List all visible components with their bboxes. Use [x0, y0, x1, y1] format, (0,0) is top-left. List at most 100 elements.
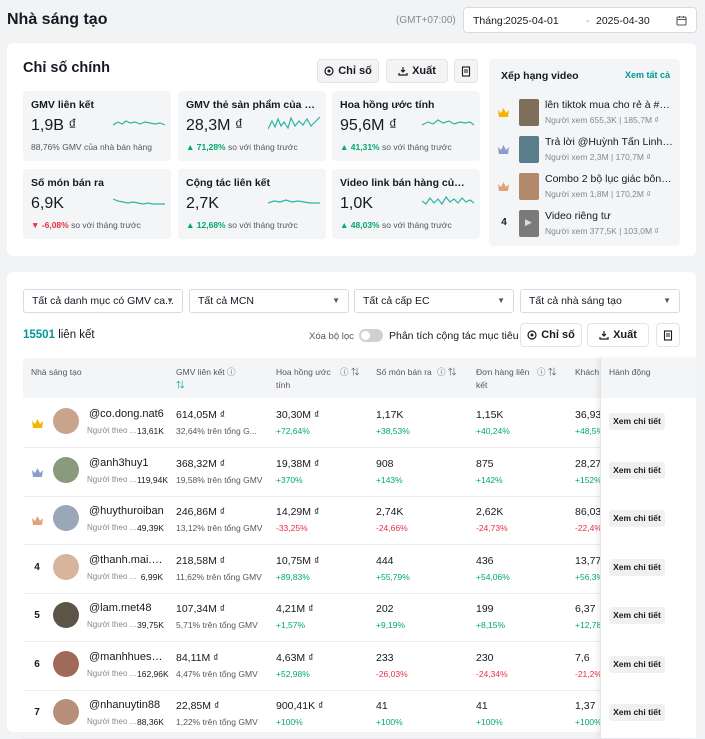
- header-items-sold[interactable]: Số món bán ra: [376, 366, 434, 379]
- cell-gmv: 218,58M ₫ 11,62% trên tổng GMV: [176, 555, 271, 582]
- video-thumbnail[interactable]: ▶: [519, 210, 539, 237]
- video-stats: Người xem 655,3K | 185,7M ₫: [545, 115, 659, 125]
- chevron-down-icon: ▼: [166, 296, 174, 305]
- cell-gmv: 614,05M ₫ 32,64% trên tổng G...: [176, 409, 271, 436]
- metric-card[interactable]: GMV thẻ sản phẩm của liê... 28,3M ₫ ▲ 71,2…: [178, 91, 326, 161]
- avatar[interactable]: [53, 650, 79, 677]
- video-title[interactable]: Video riêng tư: [545, 210, 673, 222]
- cell-orders: 875 +142%: [476, 458, 571, 485]
- link-count-label: liên kết: [58, 329, 95, 341]
- avatar[interactable]: [53, 553, 79, 580]
- view-detail-button[interactable]: Xem chi tiết: [609, 558, 665, 576]
- report-button[interactable]: [454, 59, 478, 83]
- gmv-value: 22,85M ₫: [176, 700, 220, 712]
- followers-count: 88,36K: [137, 717, 164, 727]
- export-button[interactable]: Xuất: [386, 59, 448, 83]
- filter-dropdown[interactable]: Tất cả cấp EC ▼: [354, 289, 514, 313]
- video-thumbnail[interactable]: [519, 99, 539, 126]
- creator-name[interactable]: @co.dong.nat6: [89, 408, 164, 420]
- play-icon: ▶: [525, 217, 532, 227]
- date-end[interactable]: 2025-04-30: [596, 15, 650, 27]
- creator-name[interactable]: @thanh.mai.s...: [89, 554, 164, 566]
- metrics-button-label: Chỉ số: [338, 65, 372, 77]
- followers-label: Người theo ...: [87, 426, 137, 435]
- items-value: 202: [376, 603, 394, 615]
- video-stats: Người xem 2,3M | 170,7M ₫: [545, 152, 651, 162]
- sort-icon[interactable]: ⇅: [176, 380, 185, 390]
- metrics-button[interactable]: Chỉ số: [317, 59, 379, 83]
- arrow-down-icon: ▼: [31, 220, 42, 230]
- video-title[interactable]: Trả lời @Huỳnh Tấn Linh27...: [545, 136, 673, 148]
- metric-card[interactable]: GMV liên kết 1,9B ₫ 88,76% GMV của nhà bán…: [23, 91, 171, 161]
- filter-dropdown[interactable]: Tất cả MCN ▼: [189, 289, 349, 313]
- video-thumbnail[interactable]: [519, 136, 539, 163]
- avatar[interactable]: [53, 456, 79, 483]
- date-range-picker[interactable]: Tháng: 2025-04-01 - 2025-04-30: [463, 7, 697, 33]
- video-item[interactable]: Trả lời @Huỳnh Tấn Linh27... Người xem 2,…: [497, 134, 675, 168]
- view-detail-button[interactable]: Xem chi tiết: [609, 655, 665, 673]
- clear-filters-link[interactable]: Xóa bộ lọc: [309, 331, 354, 342]
- creator-name[interactable]: @lam.met48: [89, 602, 164, 614]
- avatar[interactable]: [53, 408, 79, 434]
- orders-value: 230: [476, 651, 494, 664]
- creator-name[interactable]: @manhhuesa...: [89, 651, 164, 663]
- metric-change-text: so với tháng trước: [228, 220, 298, 230]
- sparkline-chart: [113, 120, 165, 126]
- crown-icon: [498, 182, 509, 191]
- view-detail-button[interactable]: Xem chi tiết: [609, 510, 665, 527]
- date-start[interactable]: 2025-04-01: [505, 15, 559, 27]
- filter-dropdown[interactable]: Tất cả nhà sáng tạo ▼: [520, 289, 680, 313]
- video-item[interactable]: Combo 2 bộ lục giác bông... Người xem 1,8…: [497, 171, 675, 205]
- items-value: 1,17K: [376, 409, 404, 421]
- metric-value: 2,7K: [186, 195, 219, 212]
- table-metrics-button[interactable]: Chỉ số: [520, 323, 582, 347]
- metric-label: Cộng tác liên kết: [186, 177, 271, 189]
- arrow-up-icon: ▲: [340, 142, 351, 152]
- metric-change-value: -6,08%: [41, 220, 69, 230]
- creator-name[interactable]: @huythuroiban: [89, 505, 164, 517]
- creator-name[interactable]: @nhanuytin88: [89, 699, 164, 711]
- view-all-link[interactable]: Xem tất cả: [625, 70, 670, 80]
- header-gmv-label: GMV liên kết: [176, 367, 225, 377]
- metric-change: 88,76% GMV của nhà bán hàng: [31, 142, 152, 152]
- commission-sub: +72,64%: [276, 426, 310, 436]
- calendar-icon[interactable]: [676, 15, 687, 26]
- header-orders[interactable]: Đơn hàng liên kết: [476, 366, 534, 392]
- view-detail-button[interactable]: Xem chi tiết: [609, 607, 665, 624]
- metric-label: Video link bán hàng của liê...: [340, 177, 470, 189]
- avatar[interactable]: [53, 602, 79, 628]
- avatar[interactable]: [53, 505, 79, 531]
- table-report-button[interactable]: [656, 323, 680, 347]
- filter-label: Tất cả cấp EC: [363, 295, 430, 307]
- filter-dropdown[interactable]: Tất cả danh mục có GMV ca... ▼: [23, 289, 183, 313]
- metric-card[interactable]: Hoa hồng ước tính 95,6M ₫ ▲ 41,31% so với …: [332, 91, 480, 161]
- avatar[interactable]: [53, 699, 79, 725]
- metric-card[interactable]: Cộng tác liên kết 2,7K ▲ 12,68% so với thá…: [178, 169, 326, 239]
- metric-card[interactable]: Số món bán ra 6,9K ▼ -6,08% so với tháng t…: [23, 169, 171, 239]
- table-export-button[interactable]: Xuất: [587, 323, 649, 347]
- video-thumbnail[interactable]: [519, 173, 539, 200]
- metric-change-text: so với tháng trước: [382, 220, 452, 230]
- sparkline: [422, 119, 474, 126]
- arrow-up-icon: ▲: [186, 220, 197, 230]
- settings-icon: [527, 330, 537, 340]
- target-analysis-label: Phân tích cộng tác mục tiêu: [389, 330, 519, 342]
- view-detail-button[interactable]: Xem chi tiết: [609, 413, 665, 430]
- view-detail-button[interactable]: Xem chi tiết: [609, 704, 665, 721]
- header-action: Hành động: [601, 358, 697, 398]
- cell-commission: 10,75M ₫ +89,83%: [276, 555, 371, 582]
- view-detail-button[interactable]: Xem chi tiết: [609, 461, 665, 479]
- creator-name[interactable]: @anh3huy1: [89, 457, 164, 469]
- sparkline: [422, 195, 474, 206]
- metric-change-value: 71,28%: [196, 142, 226, 152]
- target-analysis-toggle[interactable]: [359, 329, 383, 342]
- sparkline: [113, 120, 165, 126]
- video-title[interactable]: lên tiktok mua cho rẻ à #x...: [545, 99, 673, 111]
- header-commission[interactable]: Hoa hồng ước tính: [276, 366, 336, 392]
- metric-card[interactable]: Video link bán hàng của liê... 1,0K ▲ 48,0…: [332, 169, 480, 239]
- commission-value: 4,63M ₫: [276, 651, 314, 664]
- header-gmv[interactable]: GMV liên kết ⓘ ⇅: [176, 366, 238, 392]
- video-item[interactable]: lên tiktok mua cho rẻ à #x... Người xem 6…: [497, 97, 675, 131]
- video-title[interactable]: Combo 2 bộ lục giác bông...: [545, 173, 673, 185]
- video-item[interactable]: 4 ▶ Video riêng tư Người xem 377,5K | 103,0…: [497, 208, 675, 242]
